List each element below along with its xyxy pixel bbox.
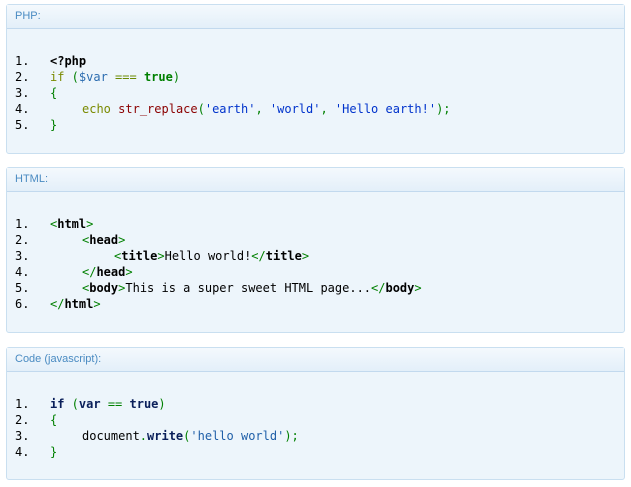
code-token: <?php [50, 54, 87, 68]
code-token: This is a super sweet HTML page... [125, 281, 372, 295]
php-code-lines: 1. <?php 2. if ($var === true) 3.{4. echo str… [7, 29, 624, 133]
code-token: 'earth' [204, 102, 256, 116]
code-token: write [147, 429, 184, 443]
code-token: </ [371, 281, 386, 295]
html-code-block: HTML: 1. <html> 2. <head> 3. <title>Hello wor… [6, 167, 625, 333]
line-number: 5. [15, 281, 30, 295]
code-token: ( [64, 70, 79, 84]
code-token: > [157, 249, 165, 263]
code-token: > [301, 249, 310, 263]
line-number: 3. [15, 429, 30, 443]
code-token: ) [158, 397, 166, 411]
code-token: ); [436, 102, 451, 116]
html-block-title: HTML: [7, 168, 624, 192]
code-token: true [143, 70, 173, 84]
code-line: 2. <head> [15, 232, 624, 248]
code-token: ( [64, 397, 79, 411]
code-token: 'world' [269, 102, 321, 116]
code-token: </ [82, 265, 97, 279]
code-token: $var [78, 70, 108, 84]
javascript-code-lines: 1. if (var == true) 2. {3. document.write ( 'h… [7, 372, 624, 460]
line-number: 2. [15, 413, 30, 427]
code-token: > [93, 297, 101, 311]
line-number: 6. [15, 297, 30, 311]
code-line: 5.} [15, 117, 624, 133]
line-number: 2. [15, 233, 30, 247]
code-token: html [57, 217, 87, 231]
code-token: } [50, 445, 58, 459]
code-line: 3. <title>Hello world!</title> [15, 248, 624, 264]
code-token: str_replace [118, 102, 198, 116]
code-token: > [125, 265, 133, 279]
code-token: Hello world! [164, 249, 252, 263]
code-token: if [50, 70, 65, 84]
code-line: 2. if ($var === true) [15, 69, 624, 85]
code-token: </ [50, 297, 65, 311]
code-token: , [320, 102, 335, 116]
code-line: 1. if (var == true) [15, 396, 624, 412]
line-number: 3. [15, 249, 30, 263]
code-token: . [139, 429, 148, 443]
code-token: 'hello world' [190, 429, 285, 443]
line-number: 1. [15, 217, 30, 231]
line-number: 2. [15, 70, 30, 84]
html-code-lines: 1. <html> 2. <head> 3. <title>Hello world!</t… [7, 192, 624, 312]
php-block-title: PHP: [7, 5, 624, 29]
code-token: body [89, 281, 119, 295]
code-line: 1. <html> [15, 216, 624, 232]
code-token: html [64, 297, 94, 311]
code-token: title [121, 249, 158, 263]
code-line: 4. echo str_replace('earth', 'world', 'He… [15, 101, 624, 117]
code-line: 1. <?php [15, 53, 624, 69]
code-token: if [50, 397, 65, 411]
code-token: == [100, 397, 130, 411]
code-line: 2. { [15, 412, 624, 428]
code-token: title [265, 249, 302, 263]
php-code-block: PHP: 1. <?php 2. if ($var === true) 3.{4. ech… [6, 4, 625, 154]
code-token: head [89, 233, 119, 247]
code-token: ( [197, 102, 205, 116]
line-number: 3. [15, 86, 30, 100]
code-token: true [129, 397, 159, 411]
code-token: echo [82, 102, 111, 116]
code-token: === [107, 70, 144, 84]
code-token: { [50, 86, 58, 100]
line-number: 1. [15, 397, 30, 411]
line-number: 5. [15, 118, 30, 132]
code-token: head [96, 265, 126, 279]
code-line: 6. </html> [15, 296, 624, 312]
code-token: { [50, 413, 58, 427]
code-line: 4. </head> [15, 264, 624, 280]
line-number: 4. [15, 102, 30, 116]
code-token: var [78, 397, 101, 411]
code-line: 5. <body>This is a super sweet HTML page.… [15, 280, 624, 296]
code-token: , [255, 102, 270, 116]
code-token: body [385, 281, 415, 295]
code-token: > [86, 217, 94, 231]
code-token: </ [251, 249, 266, 263]
javascript-block-title: Code (javascript): [7, 348, 624, 372]
code-token: } [50, 118, 58, 132]
code-token: > [414, 281, 422, 295]
code-token: ); [284, 429, 299, 443]
code-token: ) [172, 70, 181, 84]
code-token: > [118, 233, 126, 247]
code-line: 4.} [15, 444, 624, 460]
line-number: 1. [15, 54, 30, 68]
code-token: document [82, 429, 140, 443]
code-token: 'Hello earth!' [334, 102, 437, 116]
javascript-code-block: Code (javascript): 1. if (var == true) 2. {… [6, 347, 625, 480]
code-line: 3. document.write('hello world'); [15, 428, 624, 444]
line-number: 4. [15, 445, 30, 459]
line-number: 4. [15, 265, 30, 279]
code-line: 3. { [15, 85, 624, 101]
